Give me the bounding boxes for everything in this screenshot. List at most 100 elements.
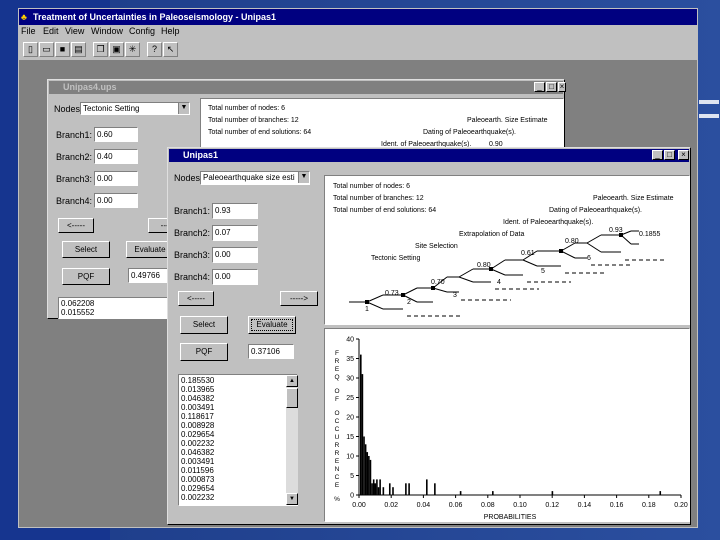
app-icon: ♣	[21, 12, 27, 22]
tree-node-2: 2	[407, 299, 411, 306]
list-item[interactable]: 0.003491	[181, 403, 295, 412]
branch3-input[interactable]: 0.00	[212, 247, 258, 263]
branch3-input[interactable]: 0.00	[94, 171, 138, 186]
branch3-label: Branch3:	[56, 174, 93, 184]
list-item[interactable]: 0.185530	[181, 376, 295, 385]
list-item[interactable]: 0.011596	[181, 466, 295, 475]
branch1-input[interactable]: 0.93	[212, 203, 258, 219]
select-button[interactable]: Select	[62, 241, 110, 258]
close-icon[interactable]: ×	[678, 150, 689, 160]
y-tick-label: 20	[346, 415, 354, 422]
y-tick-label: 0	[350, 493, 354, 500]
histogram-bar	[366, 452, 369, 495]
y-axis-label-letter: N	[335, 466, 340, 473]
maximize-icon[interactable]: □	[546, 82, 557, 92]
help-icon[interactable]: ?	[147, 42, 162, 57]
scroll-up-icon[interactable]: ▲	[286, 375, 298, 387]
branch4-input[interactable]: 0.00	[212, 269, 258, 285]
histogram-bar	[368, 456, 370, 495]
branch2-input[interactable]: 0.40	[94, 149, 138, 164]
print-icon[interactable]: ▤	[71, 42, 86, 57]
prev-button[interactable]: <-----	[178, 291, 214, 306]
next-button[interactable]: ----->	[280, 291, 318, 306]
menu-window[interactable]: Window	[91, 26, 123, 36]
x-tick-label: 0.08	[481, 502, 495, 509]
app-title-bar[interactable]: Treatment of Uncertainties in Paleoseism…	[19, 9, 697, 25]
y-axis-label-letter: O	[334, 388, 339, 395]
histogram-bar	[659, 491, 662, 495]
list-item[interactable]: 0.062208	[61, 299, 165, 308]
histogram-bar	[360, 354, 362, 495]
close-icon[interactable]: ×	[558, 82, 566, 92]
open-icon[interactable]: ▭	[39, 42, 54, 57]
list-item[interactable]: 0.118617	[181, 412, 295, 421]
minimize-icon[interactable]: _	[534, 82, 545, 92]
list-item[interactable]: 0.002232	[181, 493, 295, 502]
save-icon[interactable]: ■	[55, 42, 70, 57]
list-item[interactable]: 0.046382	[181, 394, 295, 403]
context-help-icon[interactable]: ↖	[163, 42, 178, 57]
list-item[interactable]: 0.008928	[181, 421, 295, 430]
unipas1-window: Unipas1 _ □ × Nodes: Paleoearthquake siz…	[167, 147, 691, 525]
unipas4-title-bar[interactable]: Unipas4.ups	[49, 81, 563, 94]
scroll-thumb[interactable]	[286, 388, 298, 408]
branch4-label: Branch4:	[174, 272, 211, 282]
nodes-select-value: Paleoearthquake size esti	[203, 173, 295, 182]
menu-file[interactable]: File	[21, 26, 36, 36]
y-axis-label-letter: %	[334, 496, 340, 503]
list-item[interactable]: 0.000873	[181, 475, 295, 484]
menu-config[interactable]: Config	[129, 26, 155, 36]
histogram-bar	[551, 491, 554, 495]
histogram-bar	[388, 483, 391, 495]
histogram-bar	[459, 491, 462, 495]
y-axis-label-letter: Q	[334, 374, 339, 381]
evaluate-button[interactable]: Evaluate	[248, 316, 296, 334]
minimize-icon[interactable]: _	[652, 150, 663, 160]
solution-list[interactable]: 0.185530 0.013965 0.046382 0.003491 0.118617…	[178, 374, 298, 506]
y-tick-label: 35	[346, 356, 354, 363]
list-item[interactable]: 0.041472	[61, 317, 165, 318]
solution-list[interactable]: 0.0622080.0155520.0414720.0103680.041472…	[58, 297, 168, 319]
menu-edit[interactable]: Edit	[43, 26, 59, 36]
histogram-bar	[371, 483, 373, 495]
chevron-down-icon[interactable]: ▼	[298, 172, 309, 183]
total-branches: Total number of branches: 12	[208, 117, 299, 124]
tree-prob-1: 0.73	[385, 290, 399, 297]
list-scrollbar[interactable]: ▲ ▼	[286, 375, 298, 505]
x-tick-label: 0.06	[449, 502, 463, 509]
x-tick-label: 0.18	[642, 502, 656, 509]
list-item[interactable]: 0.029654	[181, 430, 295, 439]
unipas1-title-bar[interactable]: Unipas1	[169, 149, 689, 162]
branch1-input[interactable]: 0.60	[94, 127, 138, 142]
x-tick-label: 0.12	[545, 502, 559, 509]
list-item[interactable]: 0.046382	[181, 448, 295, 457]
new-icon[interactable]: ▯	[23, 42, 38, 57]
scroll-down-icon[interactable]: ▼	[286, 493, 298, 505]
histogram-bar	[363, 436, 365, 495]
nodes-select[interactable]: Tectonic Setting ▼	[80, 102, 190, 115]
nodes-select[interactable]: Paleoearthquake size esti ▼	[200, 171, 310, 185]
list-item[interactable]: 0.003491	[181, 457, 295, 466]
total-nodes: Total number of nodes: 6	[208, 105, 286, 112]
maximize-icon[interactable]: □	[664, 150, 675, 160]
branch4-input[interactable]: 0.00	[94, 193, 138, 208]
histogram-chart: 0 5 10 15 20 25 30 35 40 0.00 0.02 0.04 0.06 0.08 0.10…	[334, 337, 688, 522]
pqf-button[interactable]: PQF	[62, 268, 110, 285]
prev-button[interactable]: <-----	[58, 218, 94, 233]
copy-icon[interactable]: ❐	[93, 42, 108, 57]
paste-icon[interactable]: ▣	[109, 42, 124, 57]
chevron-down-icon[interactable]: ▼	[178, 103, 189, 114]
select-button[interactable]: Select	[180, 316, 228, 334]
list-item[interactable]: 0.015552	[61, 308, 165, 317]
pqf-button[interactable]: PQF	[180, 343, 228, 361]
menu-help[interactable]: Help	[161, 26, 180, 36]
y-tick-label: 25	[346, 395, 354, 402]
list-item[interactable]: 0.029654	[181, 484, 295, 493]
list-item[interactable]: 0.013965	[181, 385, 295, 394]
menu-view[interactable]: View	[65, 26, 84, 36]
y-tick-label: 10	[346, 454, 354, 461]
unipas4-title: Unipas4.ups	[63, 82, 117, 92]
list-item[interactable]: 0.002232	[181, 439, 295, 448]
wand-icon[interactable]: ✳	[125, 42, 140, 57]
branch2-input[interactable]: 0.07	[212, 225, 258, 241]
